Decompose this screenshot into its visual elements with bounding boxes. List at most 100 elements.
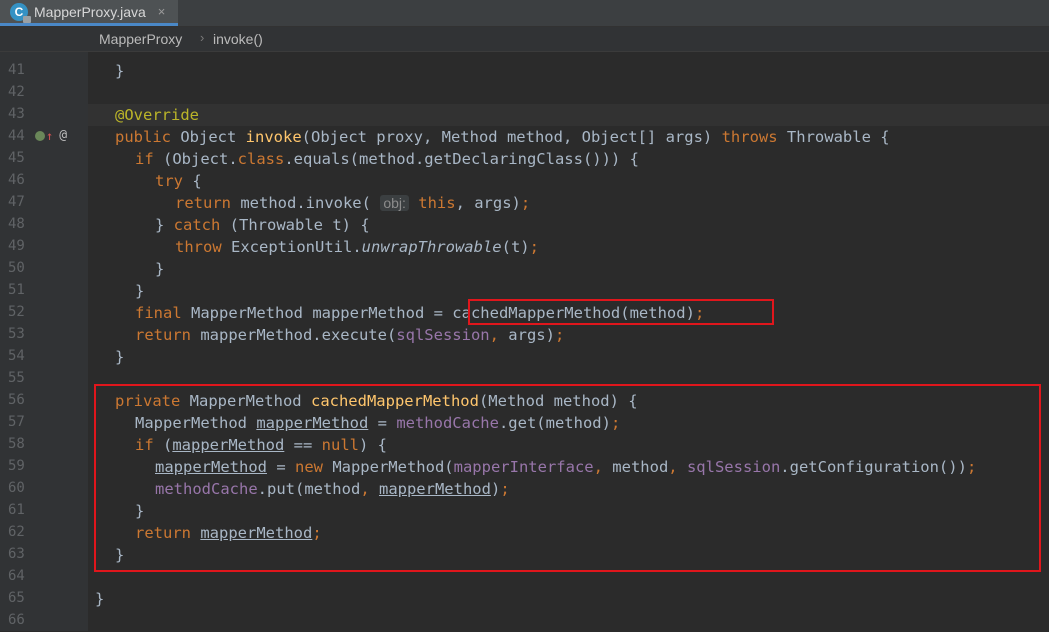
- code-text: }: [115, 60, 124, 82]
- code-token: ,: [489, 326, 509, 344]
- code-text: }: [115, 346, 124, 368]
- gutter-line: 48: [0, 214, 88, 236]
- code-token: method.invoke(: [240, 194, 381, 212]
- line-number-gutter: 41 42 43 44 ↑ @45 46 47 48 49 50 51 52 53 54 55 56 57 58 59…: [0, 52, 88, 631]
- code-text: }: [135, 280, 144, 302]
- gutter-line: 60: [0, 478, 88, 500]
- line-number: 42: [8, 84, 25, 100]
- code-line[interactable]: } catch (Throwable t) {: [88, 214, 1049, 236]
- tab-label: MapperProxy.java: [34, 3, 146, 20]
- gutter-line: 65: [0, 588, 88, 610]
- code-token: }: [155, 260, 165, 278]
- line-number: 53: [8, 326, 25, 342]
- code-line[interactable]: if (Object.class.equals(method.getDeclar…: [88, 148, 1049, 170]
- line-number: 65: [8, 590, 25, 606]
- breadcrumb-item-class[interactable]: MapperProxy: [99, 31, 182, 47]
- tab-mapperproxy-java[interactable]: C MapperProxy.java ×: [0, 0, 178, 26]
- gutter-line: 53: [0, 324, 88, 346]
- line-number: 50: [8, 260, 25, 276]
- code-token: if: [135, 150, 163, 168]
- code-line[interactable]: public Object invoke(Object proxy, Metho…: [88, 126, 1049, 148]
- code-token: Object: [180, 128, 246, 146]
- gutter-line: 54: [0, 346, 88, 368]
- line-number: 66: [8, 612, 25, 628]
- code-token: try: [155, 172, 193, 190]
- highlight-box-cached-call: [468, 299, 774, 325]
- code-line[interactable]: }: [88, 258, 1049, 280]
- line-number: 52: [8, 304, 25, 320]
- code-token: throws: [721, 128, 787, 146]
- code-line[interactable]: @Override: [88, 104, 1049, 126]
- code-line[interactable]: [88, 610, 1049, 632]
- line-number: 41: [8, 62, 25, 78]
- code-token: catch: [173, 216, 230, 234]
- code-token: invoke: [245, 128, 302, 146]
- annotation-icon[interactable]: @: [59, 128, 67, 143]
- gutter-line: 45: [0, 148, 88, 170]
- code-line[interactable]: return mapperMethod.execute(sqlSession, …: [88, 324, 1049, 346]
- code-text: throw ExceptionUtil.unwrapThrowable(t);: [175, 236, 539, 258]
- line-number: 57: [8, 414, 25, 430]
- line-number: 54: [8, 348, 25, 364]
- code-line[interactable]: }: [88, 588, 1049, 610]
- gutter-line: 49: [0, 236, 88, 258]
- code-token: }: [115, 62, 125, 80]
- line-number: 64: [8, 568, 25, 584]
- implements-method-icon[interactable]: [35, 130, 45, 141]
- line-number: 43: [8, 106, 25, 122]
- code-token: (Throwable t) {: [229, 216, 370, 234]
- code-token: }: [95, 590, 105, 608]
- gutter-line: 55: [0, 368, 88, 390]
- gutter-line: 47: [0, 192, 88, 214]
- gutter-line: 66: [0, 610, 88, 632]
- line-number: 44: [8, 128, 25, 144]
- code-token: , args): [455, 194, 521, 212]
- code-text: public Object invoke(Object proxy, Metho…: [115, 126, 890, 148]
- close-icon[interactable]: ×: [158, 4, 166, 19]
- code-token: {: [192, 172, 202, 190]
- code-text: @Override: [115, 104, 199, 126]
- code-text: if (Object.class.equals(method.getDeclar…: [135, 148, 639, 170]
- code-line[interactable]: try {: [88, 170, 1049, 192]
- line-number: 47: [8, 194, 25, 210]
- code-text: }: [95, 588, 104, 610]
- line-number: 46: [8, 172, 25, 188]
- gutter-line: 58: [0, 434, 88, 456]
- code-text: }: [155, 258, 164, 280]
- code-token: public: [115, 128, 181, 146]
- gutter-line: 41: [0, 60, 88, 82]
- gutter-line: 43: [0, 104, 88, 126]
- gutter-line: 57: [0, 412, 88, 434]
- code-line[interactable]: throw ExceptionUtil.unwrapThrowable(t);: [88, 236, 1049, 258]
- gutter-line: 42: [0, 82, 88, 104]
- code-token: ExceptionUtil.: [231, 238, 362, 256]
- line-number: 45: [8, 150, 25, 166]
- code-token: (Object.: [163, 150, 238, 168]
- breadcrumb-item-method[interactable]: invoke(): [213, 31, 263, 47]
- code-token: ;: [529, 238, 539, 256]
- code-line[interactable]: [88, 82, 1049, 104]
- breadcrumb: MapperProxy › invoke(): [0, 27, 1049, 52]
- line-number: 63: [8, 546, 25, 562]
- line-number: 60: [8, 480, 25, 496]
- line-number: 51: [8, 282, 25, 298]
- code-text: return method.invoke( obj: this, args);: [175, 192, 530, 214]
- gutter-line: 59: [0, 456, 88, 478]
- code-token: (Object proxy, Method method, Object[] a…: [301, 128, 722, 146]
- code-token: args): [508, 326, 555, 344]
- code-token: .equals(method.getDeclaringClass())) {: [284, 150, 639, 168]
- gutter-line: 63: [0, 544, 88, 566]
- arrow-up-icon[interactable]: ↑: [46, 129, 53, 143]
- gutter-line: 46: [0, 170, 88, 192]
- code-token: @Override: [115, 106, 199, 124]
- parameter-hint: obj:: [380, 195, 409, 211]
- gutter-line: 62: [0, 522, 88, 544]
- gutter-line: 51: [0, 280, 88, 302]
- code-token: throw: [175, 238, 231, 256]
- code-token: ;: [520, 194, 531, 212]
- code-line[interactable]: }: [88, 346, 1049, 368]
- highlight-box-cached-method: [94, 384, 1041, 572]
- code-line[interactable]: }: [88, 60, 1049, 82]
- line-number: 61: [8, 502, 25, 518]
- code-line[interactable]: return method.invoke( obj: this, args);: [88, 192, 1049, 214]
